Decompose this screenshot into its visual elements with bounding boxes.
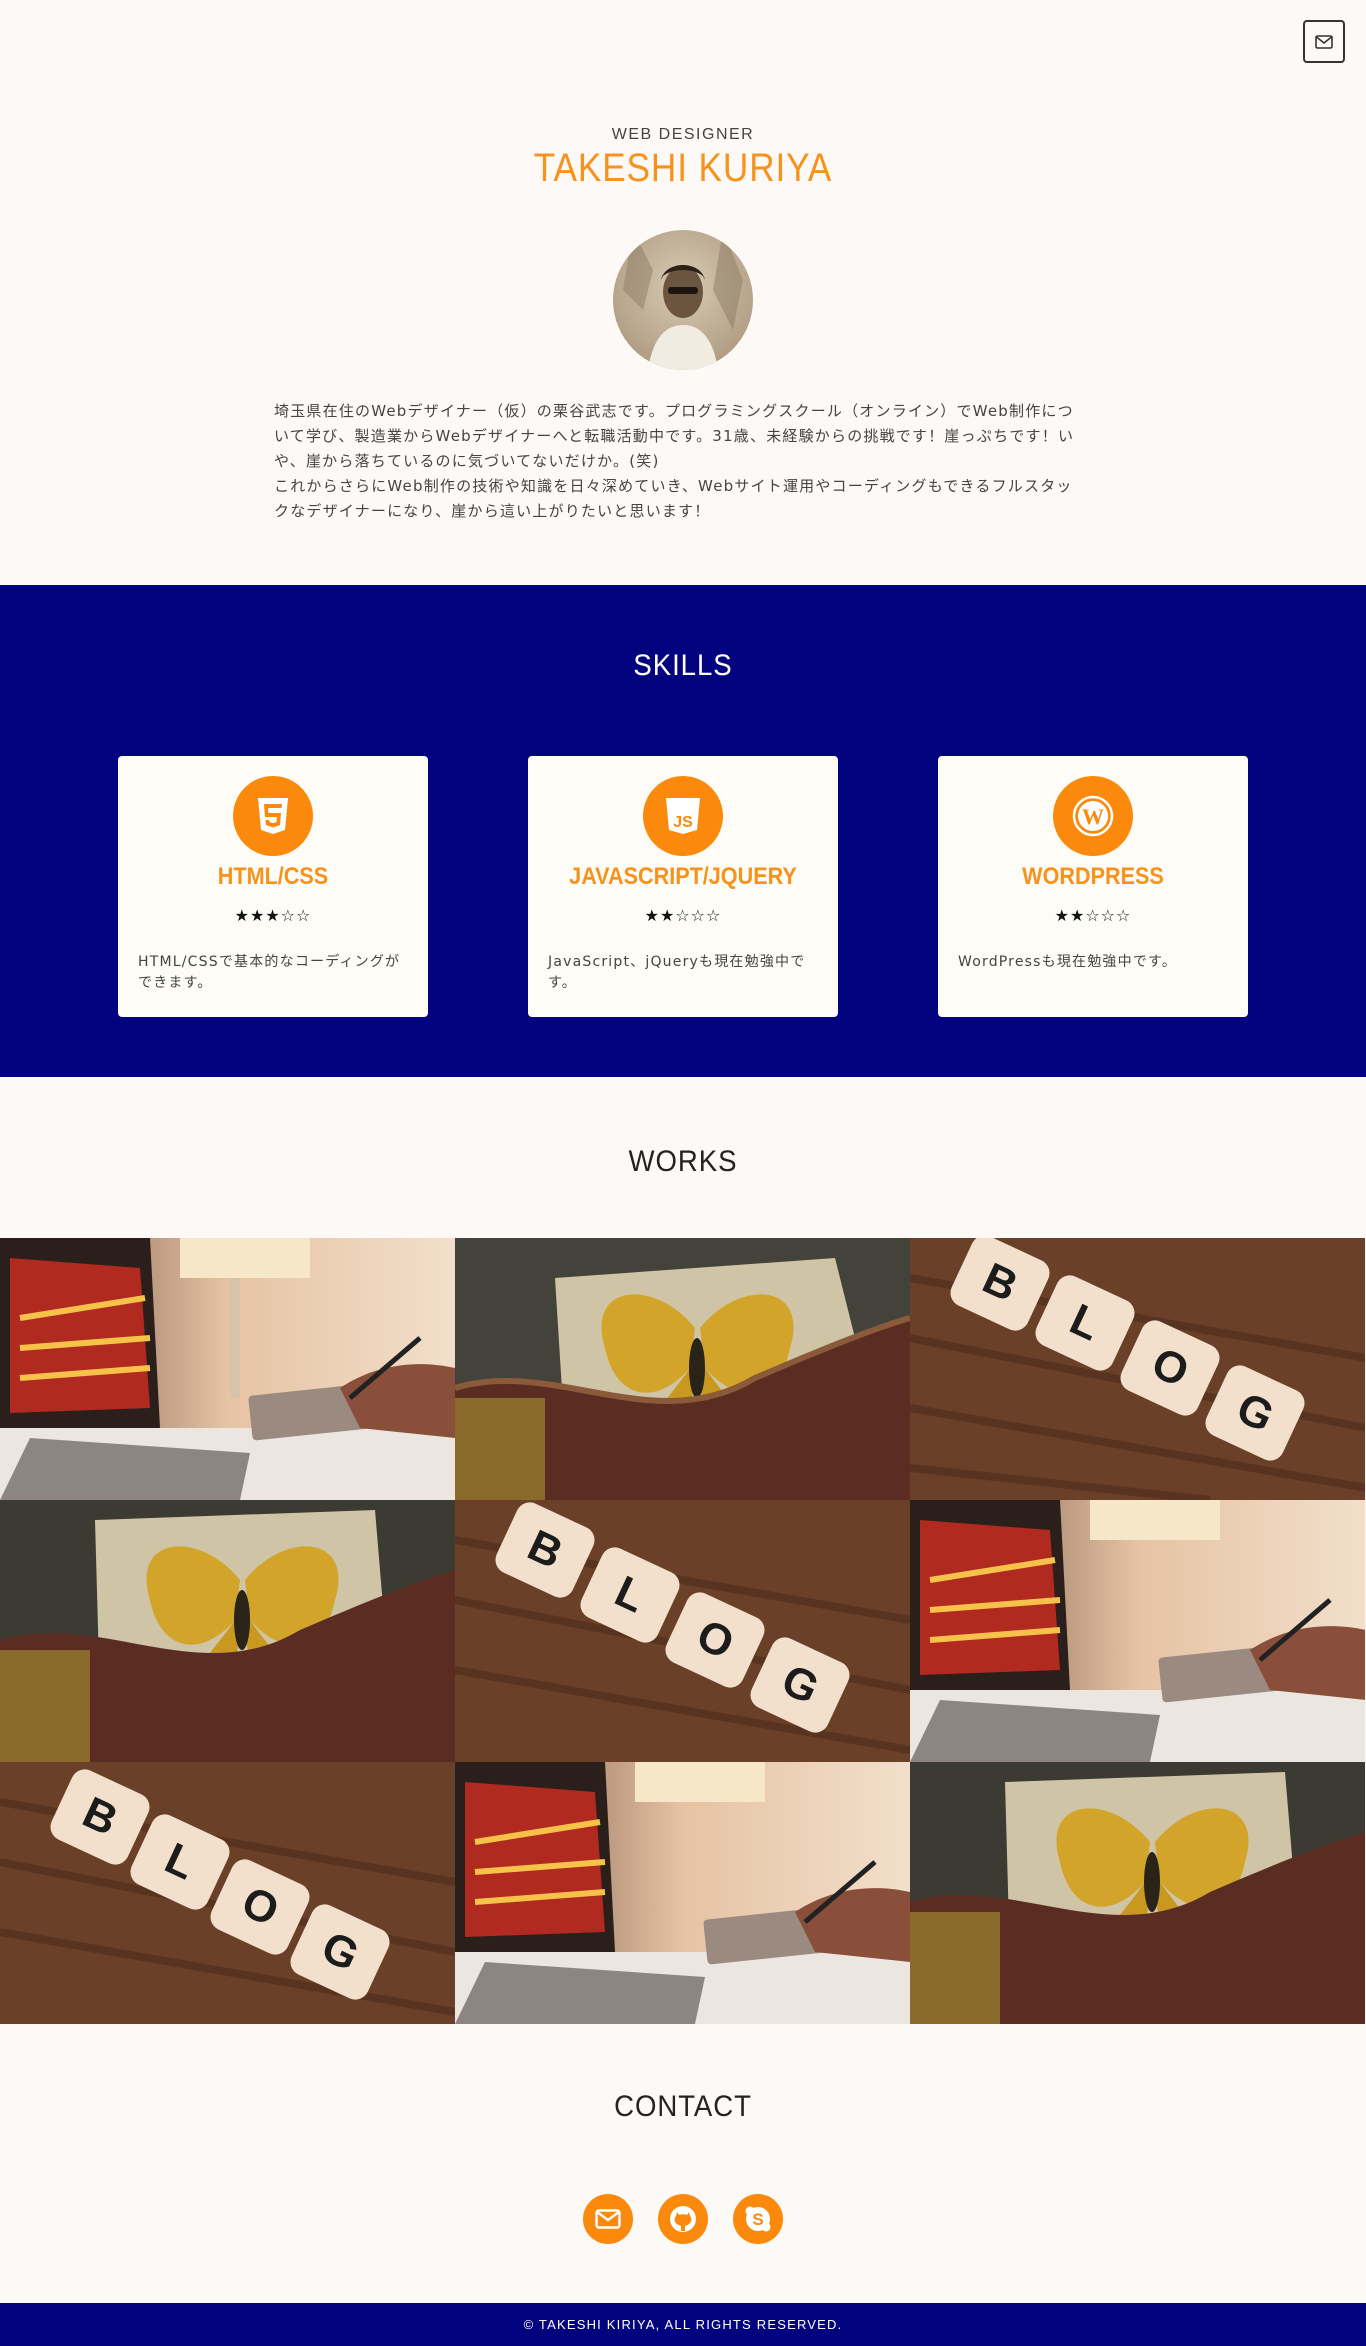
- skills-title: SKILLS: [633, 649, 733, 682]
- work-thumbnail[interactable]: [0, 1500, 455, 1762]
- work-thumbnail[interactable]: [910, 1500, 1365, 1762]
- skill-description: JavaScript、jQueryも現在勉強中です。: [548, 954, 806, 991]
- work-thumbnail[interactable]: B L O G: [910, 1238, 1365, 1500]
- bio-paragraph: これからさらにWeb制作の技術や知識を日々深めていき、Webサイト運用やコーディ…: [274, 477, 1073, 520]
- svg-text:S: S: [752, 2210, 763, 2229]
- skills-section: SKILLS HTML/CSS ★★★☆☆ HTML/CSSで基本的なコーディン…: [0, 585, 1366, 1077]
- skill-description: HTML/CSSで基本的なコーディングができます。: [138, 954, 401, 991]
- svg-text:W: W: [1082, 804, 1104, 829]
- skill-rating: ★★☆☆☆: [644, 906, 722, 925]
- butterfly-photo: [910, 1762, 1365, 2024]
- contact-title: CONTACT: [614, 2090, 752, 2123]
- work-thumbnail[interactable]: [455, 1238, 910, 1500]
- skill-description: WordPressも現在勉強中です。: [958, 954, 1178, 970]
- butterfly-photo: [0, 1500, 455, 1762]
- wordpress-icon: W: [1053, 776, 1133, 856]
- javascript-icon: JS: [643, 776, 723, 856]
- skill-title: HTML/CSS: [217, 863, 329, 890]
- profile-name: TAKESHI KURIYA: [533, 146, 833, 190]
- skype-icon: S: [745, 2206, 771, 2232]
- github-link[interactable]: [658, 2194, 708, 2244]
- copyright-text: © TAKESHI KIRIYA, ALL RIGHTS RESERVED.: [523, 2317, 843, 2332]
- profile-section: WEB DESIGNER TAKESHI KURIYA 埼玉県在住のWebデザイ…: [0, 0, 1366, 585]
- skill-card-wordpress: W WORDPRESS ★★☆☆☆ WordPressも現在勉強中です。: [938, 756, 1248, 1017]
- skill-rating: ★★★☆☆: [234, 906, 312, 925]
- work-thumbnail[interactable]: [0, 1238, 455, 1500]
- work-thumbnail[interactable]: [910, 1762, 1365, 2024]
- work-thumbnail[interactable]: [455, 1762, 910, 2024]
- skill-title: WORDPRESS: [1022, 863, 1164, 890]
- svg-text:JS: JS: [673, 814, 693, 831]
- bio-paragraph: 埼玉県在住のWebデザイナー（仮）の栗谷武志です。プログラミングスクール（オンラ…: [274, 402, 1075, 470]
- skill-rating: ★★☆☆☆: [1054, 906, 1132, 925]
- profile-bio: 埼玉県在住のWebデザイナー（仮）の栗谷武志です。プログラミングスクール（オンラ…: [274, 399, 1078, 524]
- laptop-photo: [455, 1762, 910, 2024]
- skill-title: JAVASCRIPT/JQUERY: [569, 863, 797, 890]
- laptop-photo: [910, 1500, 1365, 1762]
- works-gallery: B L O G B L O G B L O G: [0, 1238, 1366, 2024]
- footer: © TAKESHI KIRIYA, ALL RIGHTS RESERVED.: [0, 2303, 1366, 2346]
- skype-link[interactable]: S: [733, 2194, 783, 2244]
- works-title: WORKS: [628, 1145, 738, 1178]
- butterfly-photo: [455, 1238, 910, 1500]
- avatar: [613, 230, 753, 370]
- blog-tiles-photo: B L O G: [0, 1762, 455, 2024]
- blog-tiles-photo: B L O G: [455, 1500, 910, 1762]
- laptop-photo: [0, 1238, 455, 1500]
- email-link[interactable]: [583, 2194, 633, 2244]
- skill-card-javascript: JS JAVASCRIPT/JQUERY ★★☆☆☆ JavaScript、jQ…: [528, 756, 838, 1017]
- blog-tiles-photo: B L O G: [910, 1238, 1365, 1500]
- work-thumbnail[interactable]: B L O G: [0, 1762, 455, 2024]
- envelope-icon: [595, 2209, 621, 2229]
- work-thumbnail[interactable]: B L O G: [455, 1500, 910, 1762]
- html5-icon: [233, 776, 313, 856]
- github-icon: [670, 2206, 696, 2232]
- role-label: WEB DESIGNER: [611, 126, 755, 143]
- skill-card-html-css: HTML/CSS ★★★☆☆ HTML/CSSで基本的なコーディングができます。: [118, 756, 428, 1017]
